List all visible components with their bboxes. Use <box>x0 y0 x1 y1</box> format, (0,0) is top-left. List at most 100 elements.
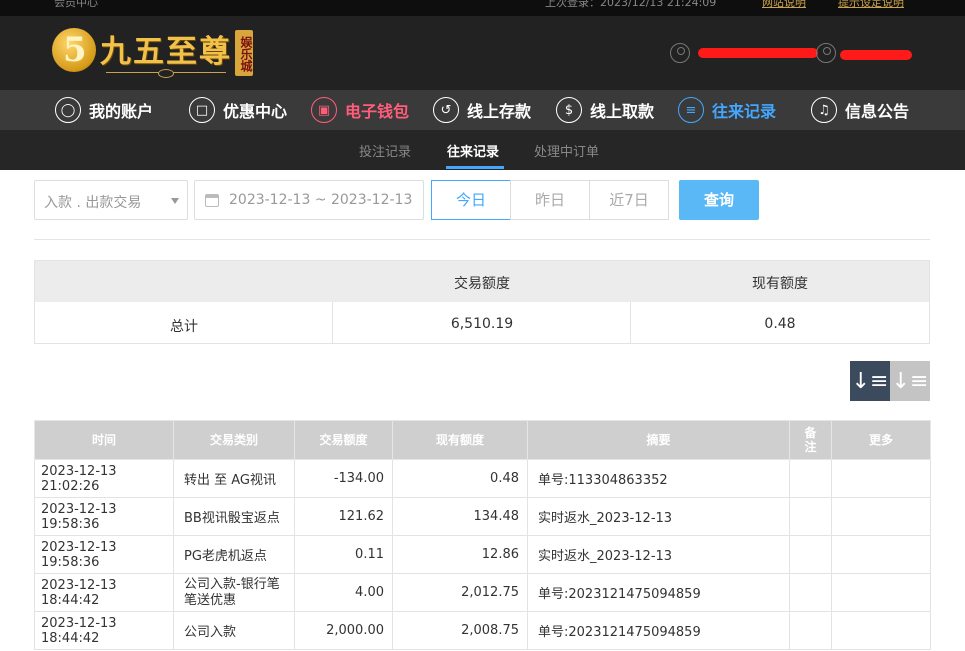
wallet-icon: ▣ <box>311 97 337 123</box>
col-amount: 交易额度 <box>294 420 393 460</box>
summary-header-balance: 现有额度 <box>752 276 808 292</box>
sort-desc-icon: ↓≡ <box>851 368 889 394</box>
main-nav: ◯ 我的账户 □ 优惠中心 ▣ 电子钱包 ↺ 线上存款 $ 线上取款 ≡ 往来记… <box>0 90 965 130</box>
cell-type: 转出 至 AG视讯 <box>173 459 295 498</box>
sort-descending-button[interactable]: ↓≡ <box>850 361 890 401</box>
settings-info-link[interactable]: 提示设定说明 <box>838 0 904 10</box>
nav-records[interactable]: ≡ 往来记录 <box>678 95 776 125</box>
summary-current-balance: 0.48 <box>764 316 796 332</box>
nav-label: 往来记录 <box>712 102 777 121</box>
active-tab-indicator <box>446 166 504 169</box>
nav-my-account[interactable]: ◯ 我的账户 <box>55 95 153 125</box>
logo-text: 九五至尊 <box>100 34 232 70</box>
cell-note <box>789 535 832 574</box>
table-row: 2023-12-13 18:44:42 公司入款 2,000.00 2,008.… <box>34 611 931 650</box>
cell-amount: 121.62 <box>294 497 393 536</box>
cell-type: PG老虎机返点 <box>173 535 295 574</box>
cell-time: 2023-12-13 18:44:42 <box>34 611 174 650</box>
cell-type: 公司入款 <box>173 611 295 650</box>
logo-tag: 娱乐城 <box>235 30 253 76</box>
gift-icon: □ <box>189 97 215 123</box>
col-more: 更多 <box>831 420 931 460</box>
quick-today-button[interactable]: 今日 <box>431 180 511 220</box>
nav-promotions[interactable]: □ 优惠中心 <box>189 95 287 125</box>
summary-header-amount: 交易额度 <box>454 276 510 292</box>
cell-time: 2023-12-13 21:02:26 <box>34 459 174 498</box>
nav-label: 我的账户 <box>89 102 154 121</box>
table-row: 2023-12-13 21:02:26 转出 至 AG视讯 -134.00 0.… <box>34 459 931 498</box>
transaction-type-select[interactable]: 入款 . 出款交易 <box>34 180 188 220</box>
calendar-icon <box>205 194 219 207</box>
balance-redaction <box>840 50 912 60</box>
bell-icon: ♫ <box>811 97 837 123</box>
cell-note <box>789 459 832 498</box>
cell-amount: 4.00 <box>294 573 393 612</box>
balance-icon <box>816 43 836 63</box>
col-type: 交易类别 <box>173 420 295 460</box>
cell-note <box>789 573 832 612</box>
table-header-row: 时间 交易类别 交易额度 现有额度 摘要 备注 更多 <box>34 420 931 460</box>
logo[interactable]: 5 九五至尊 娱乐城 <box>52 26 257 82</box>
username-redaction <box>698 48 818 58</box>
nav-label: 信息公告 <box>845 102 910 121</box>
caret-down-icon <box>171 198 179 204</box>
nav-online-deposit[interactable]: ↺ 线上存款 <box>433 95 531 125</box>
summary-total-amount: 6,510.19 <box>450 316 514 332</box>
summary-table: 交易额度 现有额度 总计 6,510.19 0.48 <box>34 260 930 344</box>
col-time: 时间 <box>34 420 174 460</box>
user-icon <box>670 43 690 63</box>
nav-label: 线上取款 <box>590 102 655 121</box>
cell-more[interactable] <box>831 459 931 498</box>
query-button[interactable]: 查询 <box>679 180 759 220</box>
date-range-input[interactable]: 2023-12-13 ~ 2023-12-13 <box>194 180 424 220</box>
cell-balance: 0.48 <box>392 459 528 498</box>
cell-type: BB视讯骰宝返点 <box>173 497 295 536</box>
table-row: 2023-12-13 19:58:36 BB视讯骰宝返点 121.62 134.… <box>34 497 931 536</box>
quick-7days-button[interactable]: 近7日 <box>589 180 669 220</box>
cell-more[interactable] <box>831 535 931 574</box>
deposit-icon: ↺ <box>433 97 459 123</box>
col-note: 备注 <box>789 420 832 460</box>
user-icon: ◯ <box>55 97 81 123</box>
cell-more[interactable] <box>831 573 931 612</box>
transaction-type-value: 入款 . 出款交易 <box>44 195 142 211</box>
sort-ascending-button[interactable]: ↓≡ <box>890 361 930 401</box>
member-center-text: 会员中心 <box>54 0 98 9</box>
cell-balance: 134.48 <box>392 497 528 536</box>
cell-more[interactable] <box>831 611 931 650</box>
divider <box>34 239 930 240</box>
summary-total-label: 总计 <box>170 319 198 335</box>
nav-online-withdraw[interactable]: $ 线上取款 <box>556 95 654 125</box>
cell-summary: 实时返水_2023-12-13 <box>527 535 790 574</box>
cell-balance: 2,012.75 <box>392 573 528 612</box>
quick-yesterday-button[interactable]: 昨日 <box>510 180 590 220</box>
cell-time: 2023-12-13 19:58:36 <box>34 497 174 536</box>
nav-e-wallet[interactable]: ▣ 电子钱包 <box>311 95 409 125</box>
cell-amount: 0.11 <box>294 535 393 574</box>
tab-pending-orders[interactable]: 处理中订单 <box>534 141 599 160</box>
last-login-text: 上次登录：2023/12/13 21:24:09 <box>545 0 717 9</box>
cell-summary: 单号:2023121475094859 <box>527 611 790 650</box>
table-row: 2023-12-13 19:58:36 PG老虎机返点 0.11 12.86 实… <box>34 535 931 574</box>
nav-label: 优惠中心 <box>223 102 288 121</box>
site-info-link[interactable]: 网站说明 <box>762 0 806 10</box>
top-strip: 会员中心 上次登录：2023/12/13 21:24:09 网站说明 提示设定说… <box>0 0 965 16</box>
col-balance: 现有额度 <box>392 420 528 460</box>
cell-balance: 2,008.75 <box>392 611 528 650</box>
cell-summary: 单号:113304863352 <box>527 459 790 498</box>
tab-bet-records[interactable]: 投注记录 <box>359 141 411 160</box>
nav-announcements[interactable]: ♫ 信息公告 <box>811 95 909 125</box>
cell-type: 公司入款-银行笔笔送优惠 <box>173 573 295 612</box>
site-header: 5 九五至尊 娱乐城 <box>0 16 965 90</box>
cell-note <box>789 611 832 650</box>
cell-summary: 实时返水_2023-12-13 <box>527 497 790 536</box>
date-range-value: 2023-12-13 ~ 2023-12-13 <box>229 192 413 208</box>
tab-transaction-records[interactable]: 往来记录 <box>447 141 499 160</box>
cell-time: 2023-12-13 18:44:42 <box>34 573 174 612</box>
sort-asc-icon: ↓≡ <box>891 368 929 394</box>
cell-time: 2023-12-13 19:58:36 <box>34 535 174 574</box>
cell-more[interactable] <box>831 497 931 536</box>
records-table: 时间 交易类别 交易额度 现有额度 摘要 备注 更多 2023-12-13 21… <box>34 420 931 650</box>
nav-label: 线上存款 <box>467 102 532 121</box>
logo-ornament <box>106 69 226 78</box>
